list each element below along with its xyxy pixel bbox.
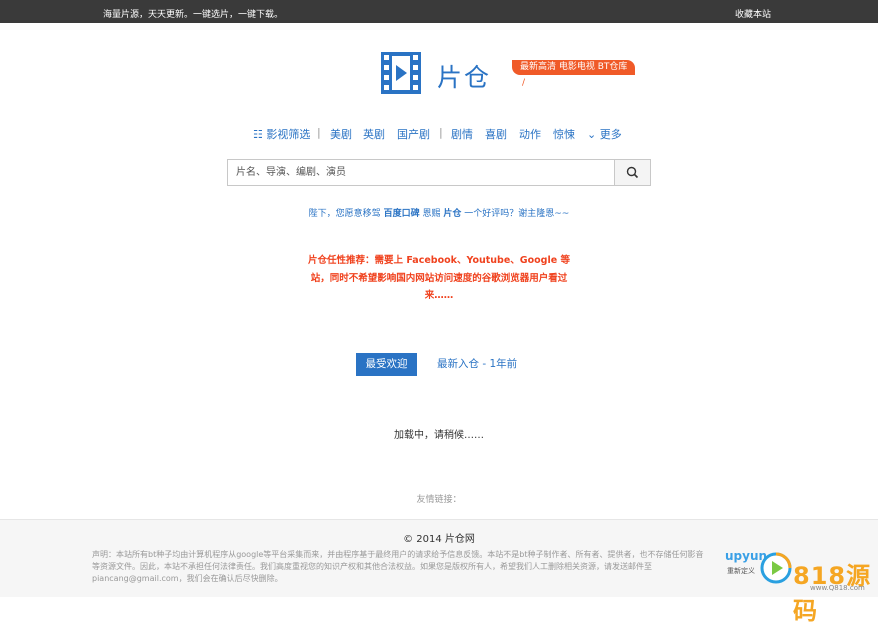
friend-links-label: 友情链接： <box>416 495 462 505</box>
tab-most-popular[interactable]: 最受欢迎 <box>356 353 417 376</box>
nav-filter-label: 影视筛选 <box>266 128 311 141</box>
notice-text: 一个好评吗？谢主隆恩~~ <box>464 209 570 219</box>
nav-more[interactable]: ⌄ 更多 <box>587 126 622 142</box>
disclaimer: 声明：本站所有bt种子均由计算机程序从google等平台采集而来，并由程序基于最… <box>92 550 704 583</box>
copyright: © 2014 片仓网 <box>403 534 475 545</box>
play-logo-icon <box>760 552 792 587</box>
search-button[interactable] <box>614 160 650 185</box>
nav-separator: | <box>317 126 321 139</box>
nav-item-cn-drama[interactable]: 国产剧 <box>397 126 430 142</box>
upyun-subtitle: 重新定义 <box>727 567 755 575</box>
tagline-tail: / <box>522 78 526 88</box>
logo-film-icon[interactable] <box>381 52 421 94</box>
loading-text: 加载中，请稍候…… <box>394 430 484 441</box>
tab-newest[interactable]: 最新入仓 - 1年前 <box>437 353 517 376</box>
brand-mention: 片仓 <box>443 209 462 219</box>
nav-item-comedy[interactable]: 喜剧 <box>485 126 507 142</box>
notice-text: 恩赐 <box>422 209 441 219</box>
watermark-url: www.Q818.com <box>810 584 865 592</box>
promo-recommendation[interactable]: 片仓任性推荐：需要上 Facebook、Youtube、Google 等站，同时… <box>305 252 573 305</box>
nav-separator: | <box>439 126 443 139</box>
search-input[interactable] <box>228 160 616 185</box>
top-bar: 海量片源，天天更新。一键选片，一键下载。 收藏本站 <box>0 0 878 23</box>
brand-name[interactable]: 片仓 <box>437 58 491 94</box>
brand-tagline: 最新高清 电影电视 BT仓库 <box>512 60 636 75</box>
nav-filter[interactable]: ☷ 影视筛选 <box>253 126 310 142</box>
nav-more-label: 更多 <box>599 128 622 141</box>
bookmark-site-link[interactable]: 收藏本站 <box>735 7 771 20</box>
notice-text: 陛下，您愿意移驾 <box>308 209 381 219</box>
baidu-koubei-link[interactable]: 百度口碑 <box>384 209 420 219</box>
search-icon <box>626 166 639 179</box>
rating-request: 陛下，您愿意移驾 百度口碑 恩赐 片仓 一个好评吗？谢主隆恩~~ <box>0 206 878 219</box>
nav-item-thriller[interactable]: 惊悚 <box>553 126 575 142</box>
chevron-down-icon: ⌄ <box>587 128 597 141</box>
site-slogan: 海量片源，天天更新。一键选片，一键下载。 <box>103 10 284 20</box>
nav-item-uk-drama[interactable]: 英剧 <box>363 126 385 142</box>
search-box <box>227 159 651 186</box>
category-nav: ☷ 影视筛选 | 美剧 英剧 国产剧 | 剧情 喜剧 动作 惊悚 ⌄ 更多 <box>0 126 878 142</box>
list-icon: ☷ <box>253 128 263 141</box>
nav-item-action[interactable]: 动作 <box>519 126 541 142</box>
nav-item-us-drama[interactable]: 美剧 <box>330 126 352 142</box>
nav-item-drama[interactable]: 剧情 <box>451 126 473 142</box>
